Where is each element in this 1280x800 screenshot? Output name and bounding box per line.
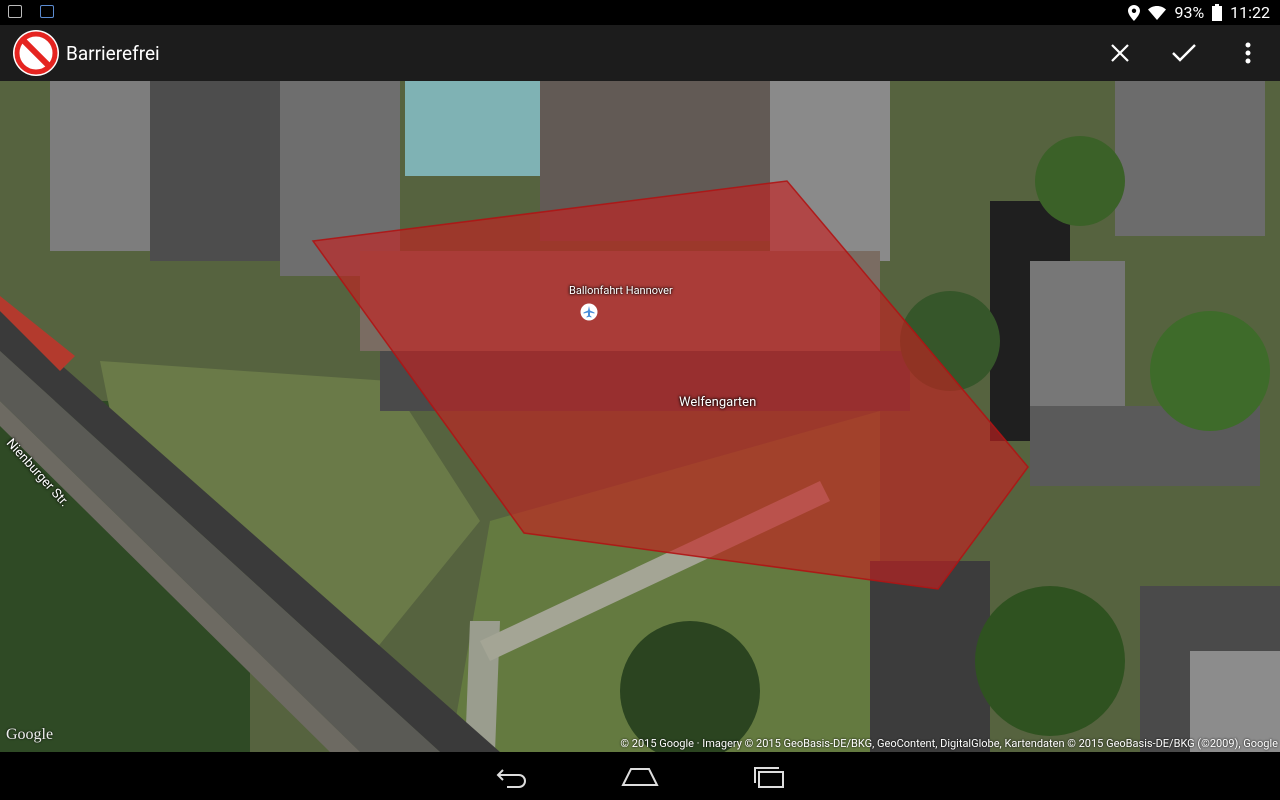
check-icon	[1172, 44, 1196, 62]
page-title: Barrierefrei	[66, 42, 160, 65]
location-icon	[1128, 4, 1141, 21]
poi-label[interactable]: Ballonfahrt Hannover	[569, 284, 673, 297]
back-icon	[496, 769, 526, 788]
recents-icon	[754, 767, 784, 788]
no-entry-icon	[13, 30, 59, 76]
map-view[interactable]: Ballonfahrt Hannover Welfengarten Nienbu…	[0, 81, 1280, 752]
close-button[interactable]	[1096, 29, 1144, 77]
street-label-welfengarten: Welfengarten	[679, 395, 757, 410]
satellite-imagery	[0, 81, 1280, 752]
airplane-icon[interactable]	[580, 303, 598, 321]
map-attribution: © 2015 Google · Imagery © 2015 GeoBasis-…	[620, 737, 1278, 750]
notification-app-icon	[40, 5, 54, 18]
wifi-icon	[1148, 5, 1167, 20]
close-icon	[1111, 44, 1129, 62]
confirm-button[interactable]	[1160, 29, 1208, 77]
battery-percentage: 93%	[1174, 3, 1205, 22]
home-icon	[621, 768, 659, 786]
home-button[interactable]	[610, 760, 670, 794]
recents-button[interactable]	[738, 760, 798, 794]
overflow-menu-icon	[1245, 42, 1251, 64]
action-bar: Barrierefrei	[0, 25, 1280, 82]
battery-icon	[1212, 4, 1223, 21]
status-bar: 93% 11:22	[0, 0, 1280, 25]
clock: 11:22	[1230, 3, 1270, 22]
google-logo: Google	[6, 726, 54, 743]
overflow-menu-button[interactable]	[1224, 29, 1272, 77]
navigation-bar	[0, 752, 1280, 800]
back-button[interactable]	[482, 760, 542, 794]
notification-screenshot-icon	[8, 5, 22, 18]
